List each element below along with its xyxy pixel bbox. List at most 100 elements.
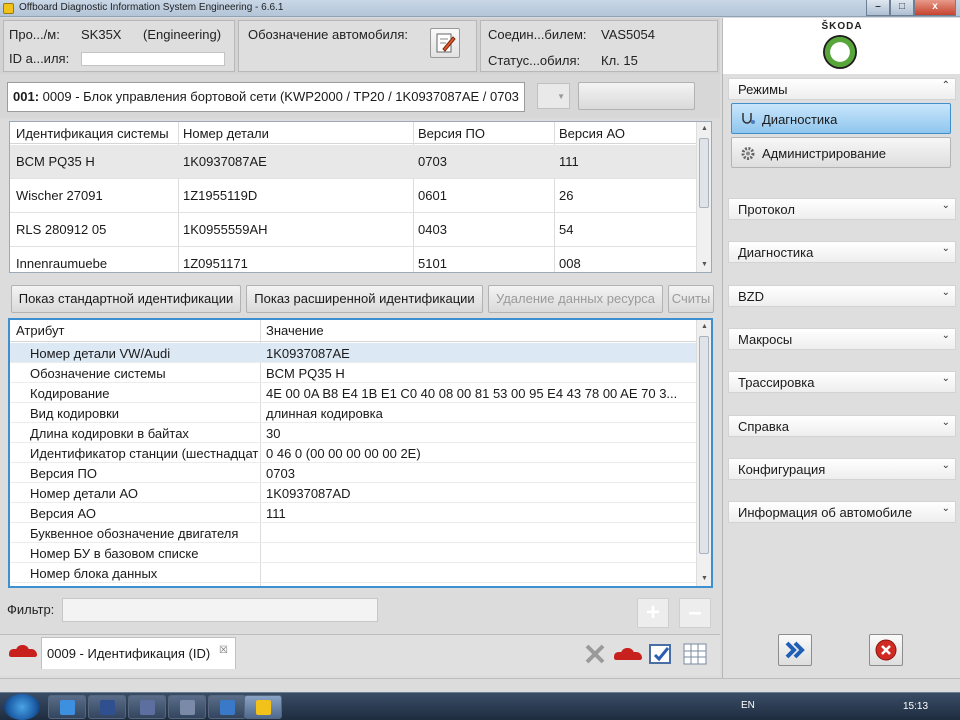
attribute-row[interactable]: Версия ПО 0703 xyxy=(10,463,696,483)
expand-icon[interactable]: ⌄ xyxy=(942,460,950,471)
attribute-row[interactable]: Версия АО 111 xyxy=(10,503,696,523)
control-unit-selector[interactable]: 001: 0009 - Блок управления бортовой сет… xyxy=(7,82,525,112)
add-filter-button[interactable]: + xyxy=(637,598,669,628)
window-title: Offboard Diagnostic Information System E… xyxy=(19,2,284,13)
minimize-button[interactable]: – xyxy=(866,0,890,16)
attribute-row[interactable]: Кодирование 4E 00 0A B8 E4 1B E1 C0 40 08… xyxy=(10,383,696,403)
checklist-icon[interactable] xyxy=(648,641,674,667)
read-button[interactable]: Считы xyxy=(668,285,714,313)
car-icon[interactable] xyxy=(9,645,37,659)
modes-section[interactable]: Режимы ⌃ xyxy=(728,78,956,100)
table-row[interactable]: BCM PQ35 H 1K0937087AE 0703 111 xyxy=(10,145,696,179)
col-sw-version[interactable]: Версия ПО xyxy=(418,126,485,141)
attribute-row[interactable]: Номер блока данных xyxy=(10,563,696,583)
sidebar-section[interactable]: Информация об автомобиле ⌄ xyxy=(728,501,956,524)
sidebar-section[interactable]: Конфигурация ⌄ xyxy=(728,457,956,480)
scroll-down-icon[interactable]: ▼ xyxy=(697,572,711,586)
attribute-table-scrollbar[interactable]: ▲ ▼ xyxy=(696,320,711,586)
tools-icon[interactable] xyxy=(582,641,608,667)
attribute-row[interactable]: Номер детали VW/Audi 1K0937087AE xyxy=(10,343,696,363)
expand-icon[interactable]: ⌄ xyxy=(942,287,950,298)
col-system-id[interactable]: Идентификация системы xyxy=(16,126,169,141)
tab-close-icon[interactable]: ☒ xyxy=(219,645,228,656)
attribute-name: Номер детали АО xyxy=(30,486,139,501)
taskbar-app-save[interactable] xyxy=(128,695,166,719)
stethoscope-icon xyxy=(742,113,755,124)
close-window-button[interactable]: x xyxy=(914,0,956,16)
expand-icon[interactable]: ⌄ xyxy=(942,417,950,428)
col-value[interactable]: Значение xyxy=(266,323,686,338)
table-row[interactable]: Wischer 27091 1Z1955119D 0601 26 xyxy=(10,179,696,213)
sidebar-section-label: Макросы xyxy=(738,331,793,347)
scroll-up-icon[interactable]: ▲ xyxy=(697,122,711,136)
attribute-table: Атрибут Значение Номер детали VW/Audi 1K0… xyxy=(8,318,713,588)
taskbar-app-mail[interactable] xyxy=(208,695,246,719)
col-attribute[interactable]: Атрибут xyxy=(16,323,246,338)
forward-button[interactable] xyxy=(778,634,812,666)
scroll-up-icon[interactable]: ▲ xyxy=(697,320,711,334)
tab-identification[interactable]: 0009 - Идентификация (ID) ☒ xyxy=(41,637,236,669)
expand-icon[interactable]: ⌄ xyxy=(942,503,950,514)
taskbar-app-odis[interactable] xyxy=(244,695,282,719)
vehicle-info-bar: Про.../м: SK35X (Engineering) ID a...иля… xyxy=(0,18,720,74)
attribute-row[interactable]: Идентификатор станции (шестнадцат 0 46 0 … xyxy=(10,443,696,463)
id-field[interactable] xyxy=(81,52,225,66)
status-label: Статус...обиля: xyxy=(488,53,581,68)
edit-vehicle-button[interactable] xyxy=(430,28,460,58)
grid-icon[interactable] xyxy=(682,641,708,667)
taskbar-app-window[interactable] xyxy=(168,695,206,719)
sidebar-section-label: Справка xyxy=(738,418,789,434)
attribute-row[interactable]: Буквенное обозначение двигателя xyxy=(10,523,696,543)
table-row[interactable]: Innenraumuebe 1Z0951171 5101 008 xyxy=(10,247,696,272)
right-sidebar: Режимы ⌃ Диагностика Администрирование П… xyxy=(722,74,960,678)
sidebar-section[interactable]: BZD ⌄ xyxy=(728,284,956,307)
administration-mode-button[interactable]: Администрирование xyxy=(731,137,951,168)
presets-button[interactable] xyxy=(578,82,695,110)
standard-id-button[interactable]: Показ стандартной идентификации xyxy=(11,285,241,313)
attribute-row[interactable]: Длина кодировки в байтах 30 xyxy=(10,423,696,443)
attribute-value: 1K0937087AE xyxy=(266,346,350,361)
table-row[interactable]: RLS 280912 05 1K0955559AH 0403 54 xyxy=(10,213,696,247)
sidebar-section-label: Конфигурация xyxy=(738,461,826,477)
sidebar-section[interactable]: Справка ⌄ xyxy=(728,414,956,437)
scroll-thumb[interactable] xyxy=(699,138,709,208)
sidebar-section-label: Трассировка xyxy=(738,375,815,391)
taskbar-app-m[interactable] xyxy=(88,695,126,719)
attribute-row[interactable]: Вид кодировки длинная кодировка xyxy=(10,403,696,423)
brand-panel: ŠKODA xyxy=(722,18,960,74)
scroll-thumb[interactable] xyxy=(699,336,709,554)
control-unit-selector-row: 001: 0009 - Блок управления бортовой сет… xyxy=(0,74,720,118)
clock[interactable]: 15:13 xyxy=(903,701,928,712)
sidebar-section-label: Информация об автомобиле xyxy=(738,505,913,521)
sidebar-section[interactable]: Трассировка ⌄ xyxy=(728,371,956,394)
attribute-row[interactable]: Номер детали АО 1K0937087AD xyxy=(10,483,696,503)
collapse-icon[interactable]: ⌃ xyxy=(942,80,950,91)
expand-icon[interactable]: ⌄ xyxy=(942,330,950,341)
attribute-row[interactable]: Номер БУ в базовом списке xyxy=(10,543,696,563)
col-hw-version[interactable]: Версия АО xyxy=(559,126,625,141)
exit-button[interactable] xyxy=(869,634,903,666)
taskbar-app-explorer[interactable] xyxy=(48,695,86,719)
diagnostics-mode-button[interactable]: Диагностика xyxy=(731,103,951,134)
start-button[interactable] xyxy=(4,694,40,720)
sidebar-section[interactable]: Макросы ⌄ xyxy=(728,327,956,350)
attribute-name: Версия ПО xyxy=(30,466,97,481)
dropdown-arrow-icon[interactable]: ▼ xyxy=(537,83,570,109)
filter-input[interactable] xyxy=(62,598,378,622)
sidebar-section[interactable]: Протокол ⌄ xyxy=(728,198,956,220)
expand-icon[interactable]: ⌄ xyxy=(942,200,950,211)
extended-id-button[interactable]: Показ расширенной идентификации xyxy=(246,285,483,313)
system-table-scrollbar[interactable]: ▲ ▼ xyxy=(696,122,711,272)
attribute-row[interactable]: Обозначение системы BCM PQ35 H xyxy=(10,363,696,383)
sidebar-section[interactable]: Диагностика ⌄ xyxy=(728,241,956,264)
col-part-number[interactable]: Номер детали xyxy=(183,126,269,141)
language-indicator[interactable]: EN xyxy=(741,700,755,711)
scroll-down-icon[interactable]: ▼ xyxy=(697,258,711,272)
expand-icon[interactable]: ⌄ xyxy=(942,373,950,384)
remove-filter-button[interactable]: – xyxy=(679,598,711,628)
maximize-button[interactable]: □ xyxy=(890,0,914,16)
expand-icon[interactable]: ⌄ xyxy=(942,243,950,254)
delete-resource-data-button[interactable]: Удаление данных ресурса xyxy=(488,285,663,313)
vehicle-icon[interactable] xyxy=(614,648,642,662)
title-bar: Offboard Diagnostic Information System E… xyxy=(0,0,960,17)
